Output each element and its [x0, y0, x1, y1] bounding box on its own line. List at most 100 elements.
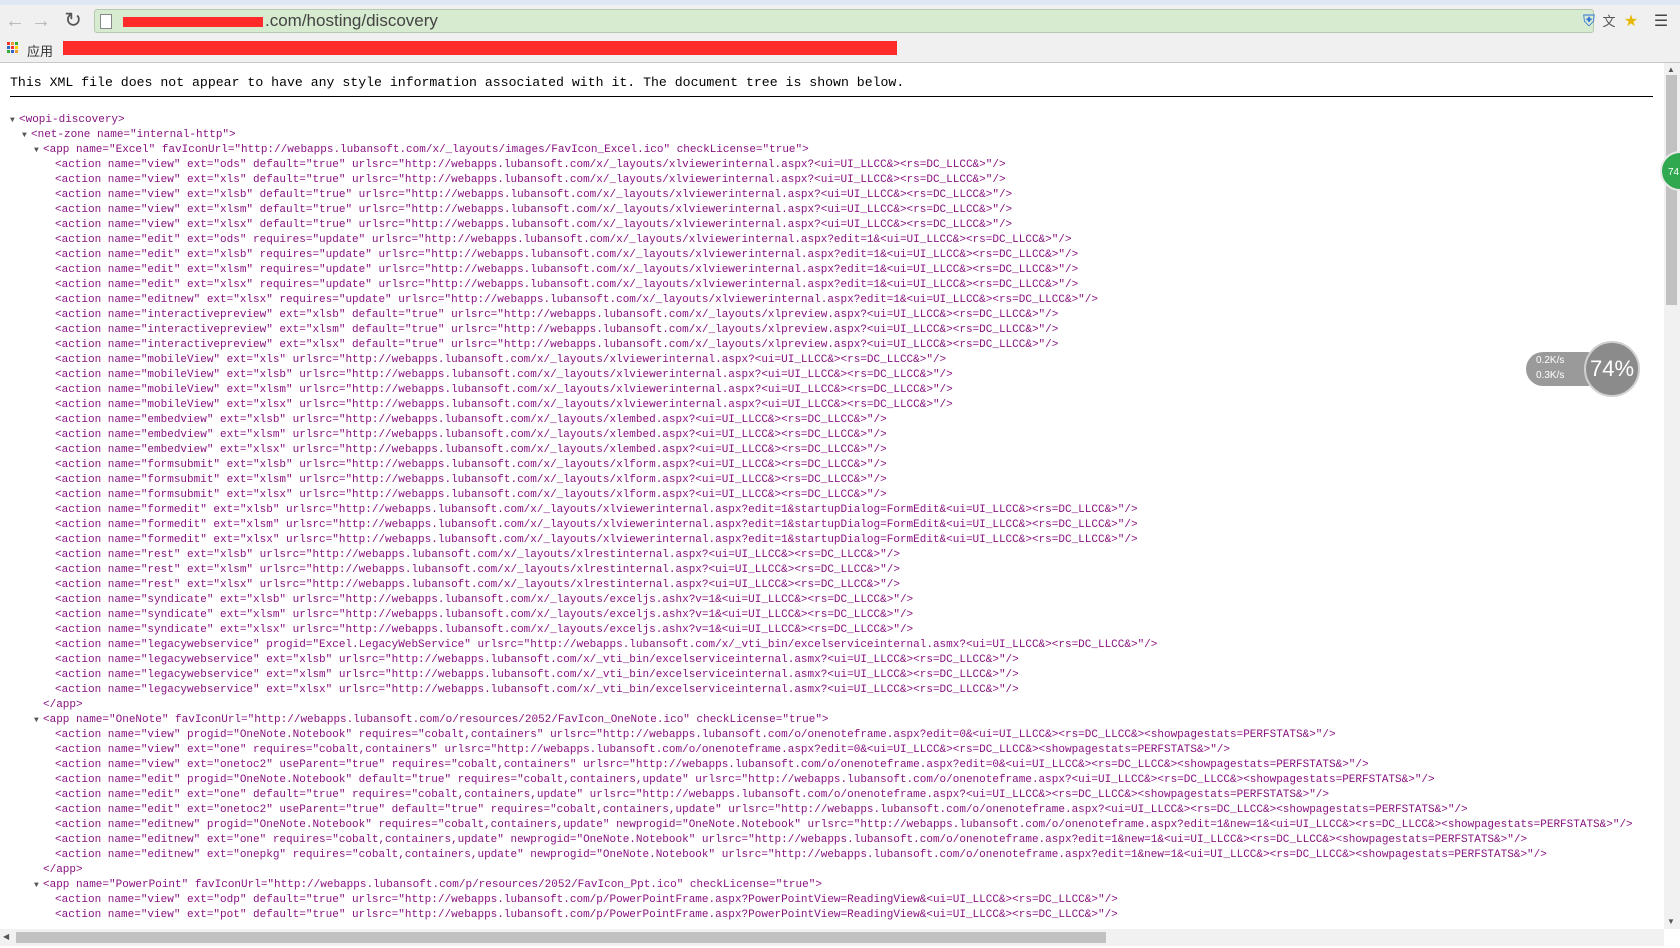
vertical-scrollbar[interactable]: ▲ ▼	[1664, 63, 1680, 929]
xml-line: <action name="legacywebservice" ext="xls…	[46, 668, 1019, 683]
xml-text: <action name="legacywebservice" progid="…	[55, 639, 1158, 651]
xml-line: <action name="legacywebservice" ext="xls…	[46, 683, 1019, 698]
memory-percent: 74%	[1584, 341, 1640, 397]
menu-icon[interactable]: ☰	[1652, 13, 1670, 31]
xml-text: <action name="edit" ext="one" default="t…	[55, 789, 1330, 801]
xml-text: <action name="legacywebservice" ext="xls…	[55, 654, 1019, 666]
url-text[interactable]: .com/hosting/discovery	[265, 11, 438, 31]
xml-line: ▼ <app name="PowerPoint" favIconUrl="http…	[34, 878, 822, 893]
xml-line: <action name="edit" progid="OneNote.Note…	[46, 773, 1435, 788]
xml-line: <action name="interactivepreview" ext="x…	[46, 338, 1058, 353]
xml-text: <action name="embedview" ext="xlsm" urls…	[55, 429, 887, 441]
xml-line: <action name="edit" ext="ods" requires="…	[46, 233, 1072, 248]
apps-grid-icon[interactable]	[7, 42, 19, 54]
collapse-triangle-icon[interactable]: ▼	[34, 878, 43, 893]
xml-text: <action name="syndicate" ext="xlsm" urls…	[55, 609, 914, 621]
arrow-right-icon: →	[31, 10, 51, 32]
xml-text: <action name="view" ext="xlsb" default="…	[55, 189, 1013, 201]
xml-line: <action name="rest" ext="xlsb" urlsrc="h…	[46, 548, 900, 563]
xml-line: <action name="edit" ext="onetoc2" usePar…	[46, 803, 1468, 818]
xml-line: <action name="rest" ext="xlsx" urlsrc="h…	[46, 578, 900, 593]
horizontal-scrollbar[interactable]: ◀	[0, 929, 1664, 946]
xml-text: <wopi-discovery>	[19, 114, 125, 126]
page-content: This XML file does not appear to have an…	[0, 63, 1662, 929]
xml-line: <action name="mobileView" ext="xlsb" url…	[46, 368, 953, 383]
xml-text: <action name="view" ext="xlsm" default="…	[55, 204, 1013, 216]
page-icon	[100, 14, 112, 29]
xml-text: <action name="edit" ext="xlsm" requires=…	[55, 264, 1079, 276]
back-button[interactable]: ←	[4, 10, 26, 32]
xml-text: <action name="view" ext="pot" default="t…	[55, 909, 1118, 921]
collapse-triangle-icon[interactable]: ▼	[10, 113, 19, 128]
xml-line: <action name="legacywebservice" progid="…	[46, 638, 1157, 653]
xml-line: <action name="legacywebservice" ext="xls…	[46, 653, 1019, 668]
xml-text: <action name="edit" ext="onetoc2" usePar…	[55, 804, 1468, 816]
xml-text: <action name="editnew" ext="onepkg" requ…	[55, 849, 1547, 861]
xml-line: ▼ <app name="OneNote" favIconUrl="http://…	[34, 713, 829, 728]
reload-button[interactable]: ↻	[62, 10, 84, 32]
xml-line: <action name="embedview" ext="xlsb" urls…	[46, 413, 887, 428]
address-bar[interactable]: .com/hosting/discovery	[94, 9, 1594, 33]
xml-line: <action name="edit" ext="xlsb" requires=…	[46, 248, 1078, 263]
bookmarks-bar: 应用	[0, 37, 1680, 63]
xml-text: <action name="formedit" ext="xlsb" urlsr…	[55, 504, 1138, 516]
xml-line: <action name="view" ext="pot" default="t…	[46, 908, 1118, 923]
network-speed-widget[interactable]: 0.2K/s 0.3K/s 74%	[1526, 341, 1642, 397]
xml-line: <action name="editnew" ext="xlsx" requir…	[46, 293, 1098, 308]
forward-button[interactable]: →	[30, 10, 52, 32]
arrow-left-icon: ←	[5, 10, 25, 32]
url-redaction	[123, 17, 263, 27]
xml-text: <action name="editnew" ext="xlsx" requir…	[55, 294, 1098, 306]
xml-text: <action name="legacywebservice" ext="xls…	[55, 669, 1019, 681]
xml-line: <action name="view" ext="onetoc2" usePar…	[46, 758, 1369, 773]
xml-line: ▼ <wopi-discovery>	[10, 113, 125, 128]
scroll-down-icon[interactable]: ▼	[1667, 917, 1675, 926]
xml-text: <net-zone name="internal-http">	[31, 129, 236, 141]
star-icon[interactable]: ★	[1622, 13, 1640, 31]
side-badge[interactable]: 74	[1660, 151, 1680, 191]
collapse-triangle-icon[interactable]: ▼	[34, 143, 43, 158]
xml-text: <action name="formsubmit" ext="xlsx" url…	[55, 489, 887, 501]
horizontal-scroll-thumb[interactable]	[16, 932, 1106, 943]
xml-text: <action name="interactivepreview" ext="x…	[55, 339, 1059, 351]
xml-line: ▼ <app name="Excel" favIconUrl="http://we…	[34, 143, 809, 158]
xml-text: <action name="rest" ext="xlsb" urlsrc="h…	[55, 549, 900, 561]
xml-line: </app>	[34, 698, 83, 713]
xml-line: <action name="rest" ext="xlsm" urlsrc="h…	[46, 563, 900, 578]
xml-line: ▼ <net-zone name="internal-http">	[22, 128, 236, 143]
xml-line: <action name="formedit" ext="xlsb" urlsr…	[46, 503, 1138, 518]
xml-line: <action name="view" ext="one" requires="…	[46, 743, 1230, 758]
xml-line: <action name="interactivepreview" ext="x…	[46, 323, 1058, 338]
xml-line: </app>	[34, 863, 83, 878]
xml-line: <action name="view" ext="xlsm" default="…	[46, 203, 1012, 218]
xml-text: <action name="rest" ext="xlsx" urlsrc="h…	[55, 579, 900, 591]
xml-line: <action name="formsubmit" ext="xlsm" url…	[46, 473, 887, 488]
apps-bookmark[interactable]: 应用	[27, 41, 53, 60]
xml-text: <action name="formsubmit" ext="xlsb" url…	[55, 459, 887, 471]
xml-text: <action name="legacywebservice" ext="xls…	[55, 684, 1019, 696]
xml-line: <action name="formsubmit" ext="xlsx" url…	[46, 488, 887, 503]
xml-text: <action name="view" ext="ods" default="t…	[55, 159, 1006, 171]
scroll-left-icon[interactable]: ◀	[3, 932, 9, 941]
collapse-triangle-icon[interactable]: ▼	[22, 128, 31, 143]
collapse-triangle-icon[interactable]: ▼	[34, 713, 43, 728]
xml-text: <action name="edit" ext="xlsb" requires=…	[55, 249, 1079, 261]
xml-line: <action name="view" progid="OneNote.Note…	[46, 728, 1336, 743]
xml-text: <action name="mobileView" ext="xlsb" url…	[55, 369, 953, 381]
xml-style-notice: This XML file does not appear to have an…	[10, 75, 905, 90]
xml-text: <action name="syndicate" ext="xlsb" urls…	[55, 594, 914, 606]
xml-line: <action name="view" ext="xls" default="t…	[46, 173, 1006, 188]
xml-line: <action name="syndicate" ext="xlsx" urls…	[46, 623, 913, 638]
xml-text: <action name="mobileView" ext="xlsx" url…	[55, 399, 953, 411]
shield-icon[interactable]: ⛨	[1580, 13, 1598, 31]
xml-text: <action name="edit" ext="xlsx" requires=…	[55, 279, 1079, 291]
download-speed: 0.3K/s	[1536, 370, 1565, 381]
scroll-up-icon[interactable]: ▲	[1667, 65, 1675, 74]
xml-text: <action name="view" progid="OneNote.Note…	[55, 729, 1336, 741]
xml-line: <action name="formedit" ext="xlsm" urlsr…	[46, 518, 1138, 533]
xml-line: <action name="embedview" ext="xlsx" urls…	[46, 443, 887, 458]
xml-line: <action name="mobileView" ext="xlsx" url…	[46, 398, 953, 413]
xml-text: <action name="interactivepreview" ext="x…	[55, 324, 1059, 336]
reload-icon: ↻	[64, 9, 82, 32]
translate-icon[interactable]: 文	[1600, 13, 1618, 31]
